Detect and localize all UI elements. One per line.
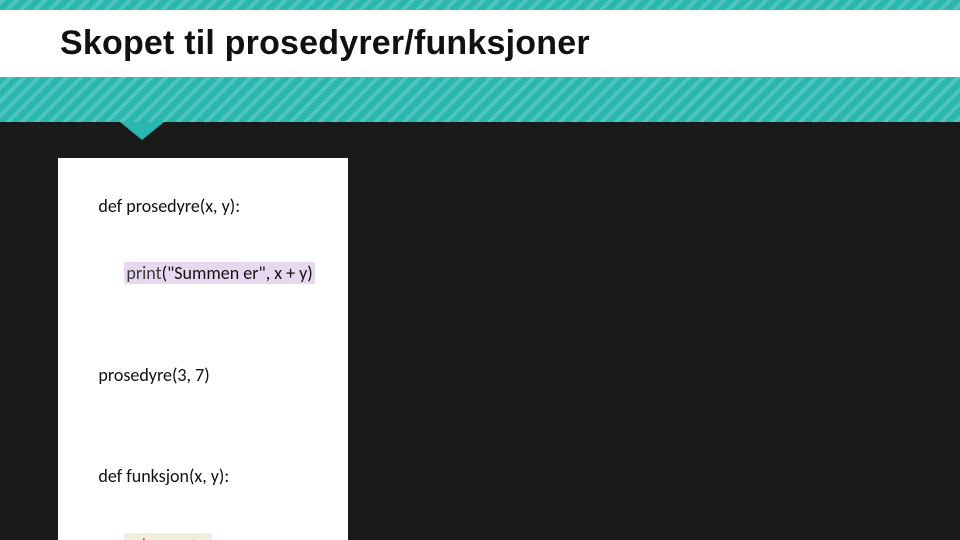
keyword-print: print bbox=[126, 262, 161, 284]
code-line-call-prosedyre: prosedyre(3, 7) bbox=[74, 341, 332, 409]
header-band: Skopet til prosedyrer/funksjoner bbox=[0, 0, 960, 122]
code-line-return: return x + y bbox=[74, 510, 332, 540]
highlight-print-call: print("Summen er", x + y) bbox=[124, 262, 314, 284]
slide-title: Skopet til prosedyrer/funksjoner bbox=[60, 24, 960, 63]
print-args: ("Summen er", x + y) bbox=[162, 262, 313, 284]
header-notch-icon bbox=[120, 122, 164, 140]
call-prosedyre: prosedyre(3, 7) bbox=[98, 364, 209, 386]
title-bar: Skopet til prosedyrer/funksjoner bbox=[0, 10, 960, 77]
def-prosedyre-signature: prosedyre(x, y): bbox=[126, 195, 240, 217]
code-card: def prosedyre(x, y): print("Summen er", … bbox=[58, 158, 348, 540]
def-funksjon-signature: funksjon(x, y): bbox=[126, 465, 229, 487]
code-line-print: print("Summen er", x + y) bbox=[74, 240, 332, 308]
keyword-def: def bbox=[98, 195, 126, 217]
code-block: def prosedyre(x, y): print("Summen er", … bbox=[74, 172, 332, 540]
highlight-return: return x + y bbox=[124, 533, 211, 540]
code-line-def-prosedyre: def prosedyre(x, y): bbox=[74, 172, 332, 240]
return-expression: x + y bbox=[177, 533, 210, 540]
keyword-def: def bbox=[98, 465, 126, 487]
keyword-return: return bbox=[126, 533, 176, 540]
code-line-def-funksjon: def funksjon(x, y): bbox=[74, 443, 332, 511]
